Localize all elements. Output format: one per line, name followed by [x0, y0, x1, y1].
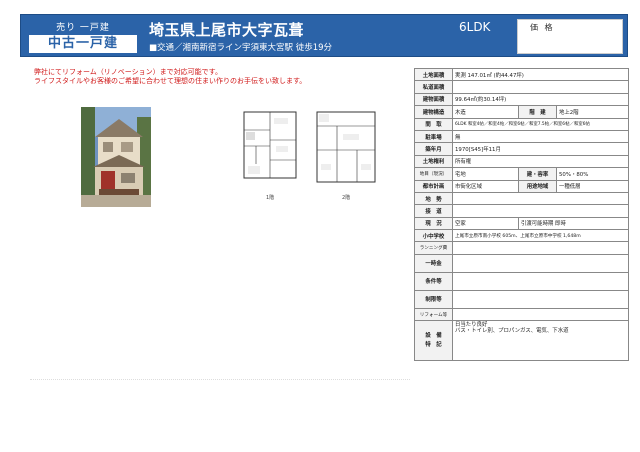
value-built: 1970[S45]年11月 [451, 142, 630, 156]
label-reform: リフォーム等 [414, 307, 453, 322]
value-building-area: 99.64㎡(約30.14坪) [451, 92, 630, 107]
value-city-planning: 市街化区域 [452, 179, 519, 193]
property-spec-table: 土地面積 実測 147.01㎡ (約44.47坪) 私道面積 建物面積 99.6… [414, 67, 630, 362]
value-facilities: 日当たり良好 バス・トイレ別、プロパンガス、電気、下水道 [451, 320, 630, 362]
value-handover: 引渡可能時期 即時 [517, 216, 630, 231]
label-zoning: 用途地域 [518, 179, 557, 193]
row-land-area: 土地面積 実測 147.01㎡ (約44.47坪) [414, 67, 630, 82]
row-road: 接 道 [414, 204, 630, 218]
label-restrictions: 制限等 [414, 289, 453, 309]
row-land-rights: 土地権利 所有権 [414, 154, 630, 169]
value-land-category: 宅地 [452, 167, 519, 181]
value-running-cost [451, 241, 630, 255]
layout-type: 6LDK [459, 20, 491, 34]
label-running-cost: ランニング費 [414, 241, 453, 255]
label-city-planning: 都市計画 [414, 179, 453, 193]
badge-bottom-label: 中古一戸建 [47, 36, 118, 51]
value-school: 上尾市立原市南小学校 605m、上尾市立原市中学校 1,648m [451, 229, 630, 243]
house-photo-illustration [81, 107, 151, 207]
label-school: 小中学校 [414, 229, 453, 243]
label-road: 接 道 [414, 204, 453, 218]
row-status: 現 況 空家 引渡可能時期 即時 [414, 216, 630, 231]
label-facilities: 設 備 特 記 [414, 320, 453, 362]
label-land-category: 地目（現況） [414, 167, 453, 181]
property-type-badge: 売り 一戸建 中古一戸建 [28, 20, 138, 54]
label-building-area: 建物面積 [414, 92, 453, 107]
value-terrain [451, 191, 630, 206]
value-land-rights: 所有権 [451, 154, 630, 169]
value-floors: 地上2階 [555, 105, 630, 119]
row-layout: 間 取 6LDK 和室4帖／和室4帖／和室6帖／和室7.5帖／和室6帖／和室6帖 [414, 117, 630, 131]
reform-notice: 弊社にてリフォーム（リノベーション）まで対応可能です。 ライフスタイルやお客様の… [34, 68, 306, 86]
value-coverage: 50%・80% [555, 167, 630, 181]
access-info: ■交通／湘南新宿ライン宇須東大宮駅 徒歩19分 [149, 43, 333, 53]
row-parking: 駐車場 無 [414, 129, 630, 144]
label-land-rights: 土地権利 [414, 154, 453, 169]
value-restrictions [451, 289, 630, 309]
row-terrain: 地 勢 [414, 191, 630, 206]
row-school: 小中学校 上尾市立原市南小学校 605m、上尾市立原市中学校 1,648m [414, 229, 630, 243]
row-lump: 一時金 [414, 253, 630, 273]
label-structure: 建物構造 [414, 105, 453, 119]
row-running-cost: ランニング費 [414, 241, 630, 255]
house-photo [81, 107, 151, 207]
label-floors: 階 建 [518, 105, 557, 119]
row-reform: リフォーム等 [414, 307, 630, 322]
label-conditions: 条件等 [414, 271, 453, 291]
property-address-title: 埼玉県上尾市大字瓦葺 [149, 21, 305, 39]
label-lump: 一時金 [414, 253, 453, 273]
value-lump [451, 253, 630, 273]
label-layout: 間 取 [414, 117, 453, 131]
value-conditions [451, 271, 630, 291]
price-label: 価 格 [530, 23, 555, 32]
label-coverage: 建・容率 [518, 167, 557, 181]
floorplan-1f-caption: 1階 [266, 195, 275, 201]
row-city-planning: 都市計画 市街化区域 用途地域 一種低層 [414, 179, 630, 193]
row-facilities: 設 備 特 記 日当たり良好 バス・トイレ別、プロパンガス、電気、下水道 [414, 320, 630, 362]
value-layout: 6LDK 和室4帖／和室4帖／和室6帖／和室7.5帖／和室6帖／和室6帖 [451, 117, 630, 131]
value-land-area: 実測 147.01㎡ (約44.47坪) [451, 67, 630, 82]
notice-line-1: 弊社にてリフォーム（リノベーション）まで対応可能です。 [34, 68, 222, 76]
label-built: 築年月 [414, 142, 453, 156]
value-parking: 無 [451, 129, 630, 144]
row-private-road: 私道面積 [414, 80, 630, 94]
label-terrain: 地 勢 [414, 191, 453, 206]
value-reform [451, 307, 630, 322]
label-parking: 駐車場 [414, 129, 453, 144]
floorplan-2f [316, 111, 376, 183]
label-land-area: 土地面積 [414, 67, 453, 82]
price-box: 価 格 [517, 19, 623, 54]
value-road [451, 204, 630, 218]
badge-top-label: 売り 一戸建 [29, 21, 137, 35]
listing-header: 売り 一戸建 中古一戸建 埼玉県上尾市大字瓦葺 ■交通／湘南新宿ライン宇須東大宮… [20, 14, 628, 57]
value-zoning: 一種低層 [555, 179, 630, 193]
facilities-line-2: バス・トイレ別、プロパンガス、電気、下水道 [455, 328, 569, 335]
notice-line-2: ライフスタイルやお客様のご希望に合わせて理想の住まい作りのお手伝をい致します。 [34, 77, 307, 85]
row-conditions: 条件等 [414, 271, 630, 291]
label-private-road: 私道面積 [414, 80, 453, 94]
floorplan-2f-caption: 2階 [342, 195, 351, 201]
row-land-category: 地目（現況） 宅地 建・容率 50%・80% [414, 167, 630, 181]
value-private-road [451, 80, 630, 94]
row-built: 築年月 1970[S45]年11月 [414, 142, 630, 156]
row-building-area: 建物面積 99.64㎡(約30.14坪) [414, 92, 630, 107]
value-status: 空家 [452, 216, 519, 231]
divider-line [30, 379, 410, 380]
row-restrictions: 制限等 [414, 289, 630, 309]
floorplan-1f [243, 111, 297, 179]
row-structure: 建物構造 木造 階 建 地上2階 [414, 105, 630, 119]
value-structure: 木造 [452, 105, 519, 119]
label-status: 現 況 [414, 216, 453, 231]
